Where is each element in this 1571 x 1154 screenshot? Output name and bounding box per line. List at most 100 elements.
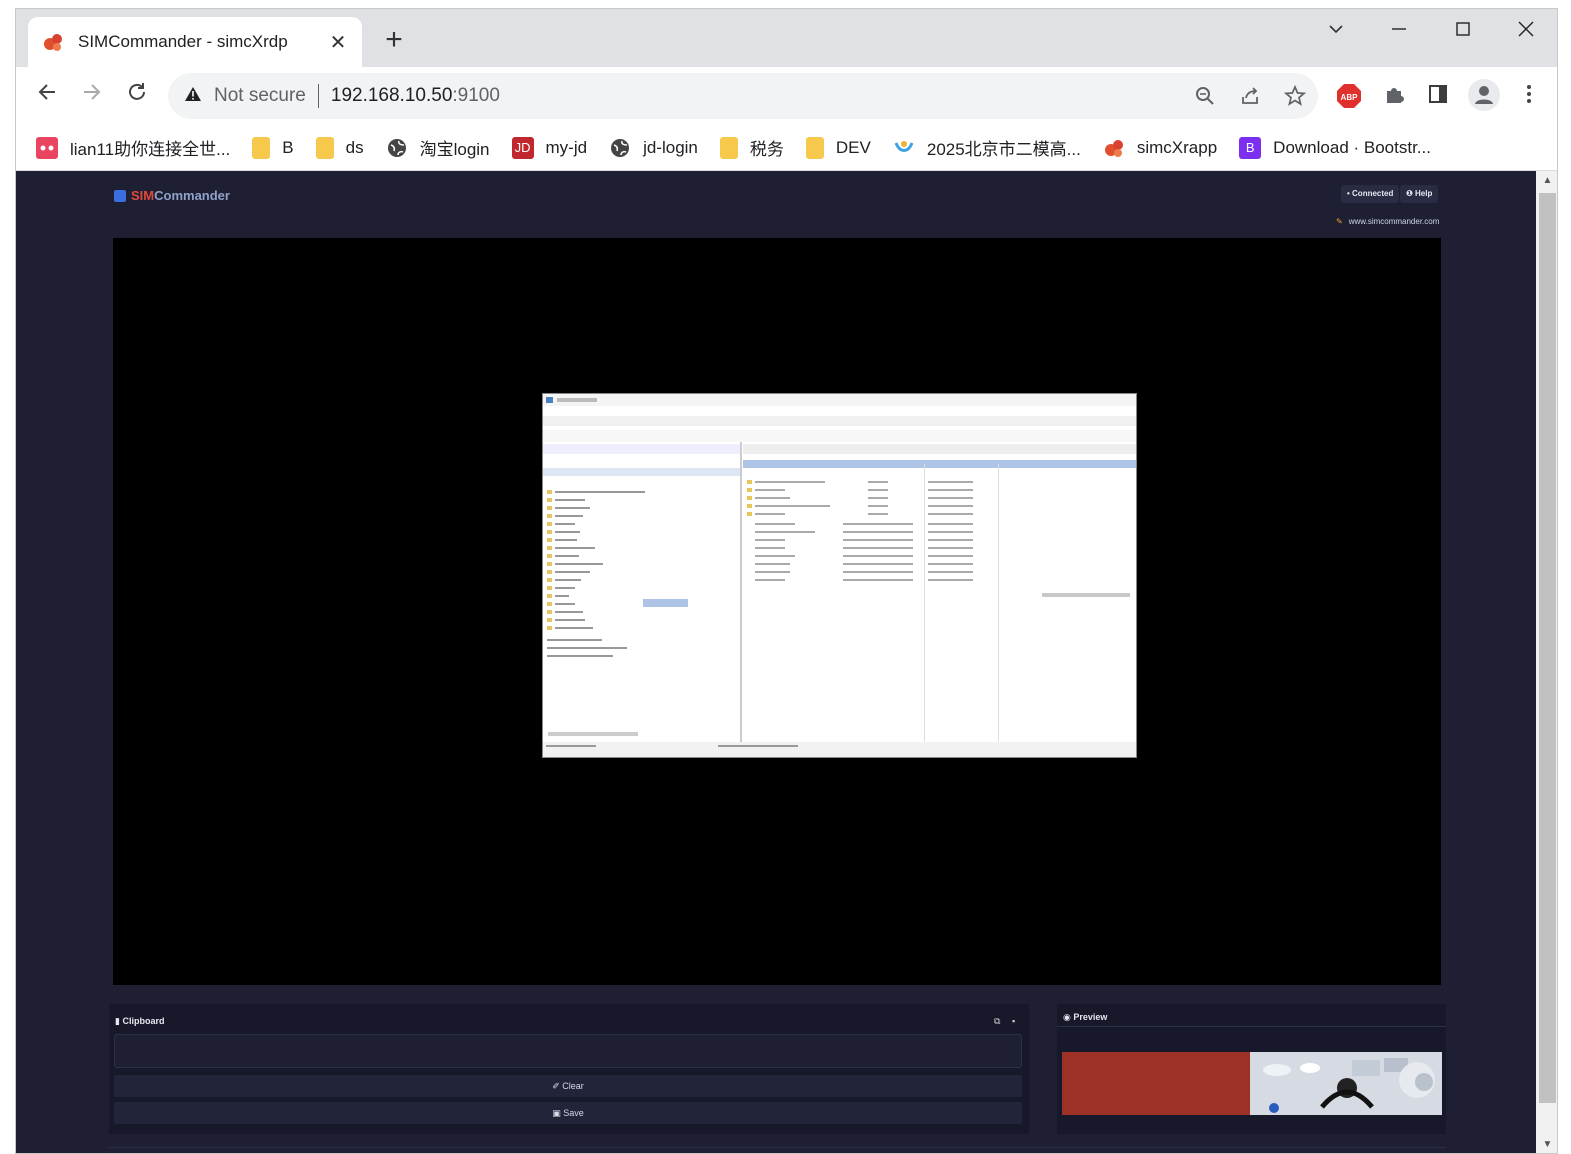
address-bar[interactable]: Not secure 192.168.10.50:9100 bbox=[168, 73, 1318, 119]
bookmark-item[interactable]: lian11助你连接全世... bbox=[36, 135, 230, 160]
menu-kebab-icon[interactable] bbox=[1516, 83, 1542, 109]
page-scrollbar[interactable]: ▲ ▼ bbox=[1536, 171, 1557, 1153]
zoom-icon[interactable] bbox=[1191, 85, 1219, 113]
bookmark-item[interactable]: 淘宝login bbox=[386, 135, 490, 160]
bookmark-item[interactable]: B bbox=[252, 136, 294, 159]
website-text: www.simcommander.com bbox=[1348, 217, 1440, 226]
trash-icon[interactable]: ▪ bbox=[1012, 1016, 1015, 1026]
dots-icon bbox=[36, 136, 58, 159]
warning-icon[interactable] bbox=[184, 86, 202, 107]
scrollbar-thumb[interactable] bbox=[1539, 193, 1556, 1103]
connected-status-badge: • Connected bbox=[1341, 185, 1400, 203]
bookmark-label: 淘宝login bbox=[419, 140, 490, 159]
simc-logo-icon bbox=[114, 189, 126, 202]
globe-icon bbox=[386, 137, 408, 159]
preview-header: ◉ Preview bbox=[1063, 1012, 1107, 1023]
brand-sim: SIM bbox=[131, 188, 155, 203]
save-button[interactable]: ▣ Save bbox=[114, 1102, 1022, 1124]
bookmark-label: ds bbox=[345, 137, 364, 157]
separator bbox=[317, 84, 319, 108]
bookmark-item[interactable]: 2025北京市二模高... bbox=[893, 135, 1081, 160]
bookmark-label: simcXrapp bbox=[1136, 137, 1218, 157]
bookmark-item[interactable]: simcXrapp bbox=[1103, 137, 1217, 159]
simc-favicon-icon bbox=[42, 31, 64, 53]
bookmark-label: my-jd bbox=[545, 137, 588, 157]
browser-window: SIMCommander - simcXrdp ✕ + Not secure 1… bbox=[15, 8, 1558, 1154]
folder-icon bbox=[719, 136, 738, 159]
copy-icon[interactable]: ⧉ bbox=[994, 1016, 1000, 1027]
scroll-up-icon[interactable]: ▲ bbox=[1536, 175, 1557, 186]
floppy-icon: ▣ bbox=[552, 1108, 564, 1118]
remote-screen-image bbox=[543, 394, 1136, 757]
minimize-icon[interactable] bbox=[1379, 17, 1419, 47]
globe-icon bbox=[609, 137, 631, 159]
clipboard-panel: ▮ Clipboard ⧉ ▪ ✐ Clear ▣ Save bbox=[109, 1004, 1029, 1134]
bookmark-item[interactable]: B Download · Bootstr... bbox=[1239, 136, 1431, 159]
maximize-icon[interactable] bbox=[1443, 17, 1483, 47]
new-tab-button[interactable]: + bbox=[379, 23, 409, 57]
bookmark-item[interactable]: 税务 bbox=[719, 135, 784, 160]
tab-simcommander[interactable]: SIMCommander - simcXrdp ✕ bbox=[28, 17, 362, 67]
bookmarks-bar: lian11助你连接全世... Bds 淘宝login JD my-jd jd-login… bbox=[16, 125, 1557, 171]
folder-icon bbox=[315, 136, 334, 159]
bookmark-item[interactable]: DEV bbox=[805, 136, 871, 159]
scroll-down-icon[interactable]: ▼ bbox=[1536, 1139, 1557, 1150]
bookmark-label: DEV bbox=[835, 137, 871, 157]
tab-title: SIMCommander - simcXrdp bbox=[78, 32, 288, 51]
url-host: 192.168.10.50 bbox=[330, 85, 453, 106]
tab-search-icon[interactable] bbox=[1316, 17, 1356, 47]
clear-button[interactable]: ✐ Clear bbox=[114, 1075, 1022, 1097]
eye-icon: ◉ bbox=[1063, 1012, 1074, 1022]
svg-text:ABP: ABP bbox=[1341, 93, 1359, 102]
preview-title: Preview bbox=[1073, 1012, 1108, 1022]
pencil-icon: ✎ bbox=[1336, 217, 1343, 226]
security-label[interactable]: Not secure bbox=[214, 85, 306, 107]
bookmark-label: jd-login bbox=[643, 137, 698, 157]
simcommander-page: SIM Commander • Connected ❶ Help ✎ www.si… bbox=[16, 171, 1536, 1153]
adblock-icon[interactable]: ABP bbox=[1336, 83, 1362, 109]
bookmark-item[interactable]: ds bbox=[315, 136, 364, 159]
preview-image[interactable] bbox=[1062, 1052, 1442, 1115]
folder-icon bbox=[805, 136, 824, 159]
bookmark-label: B bbox=[282, 137, 294, 157]
clipboard-title: Clipboard bbox=[122, 1016, 165, 1026]
folder-icon bbox=[252, 136, 271, 159]
extensions-icon[interactable] bbox=[1381, 83, 1407, 109]
side-panel-icon[interactable] bbox=[1425, 83, 1451, 109]
close-window-icon[interactable] bbox=[1506, 17, 1546, 47]
url-port: :9100 bbox=[452, 85, 500, 106]
jd-icon: JD bbox=[511, 136, 534, 159]
forward-icon[interactable] bbox=[77, 81, 107, 111]
preview-panel: ◉ Preview bbox=[1057, 1004, 1446, 1134]
browser-toolbar: Not secure 192.168.10.50:9100 ABP bbox=[16, 67, 1557, 125]
simc-icon bbox=[1103, 137, 1125, 159]
profile-avatar-icon[interactable] bbox=[1468, 79, 1500, 111]
website-link[interactable]: ✎ www.simcommander.com bbox=[1336, 217, 1439, 226]
bookmark-label: 2025北京市二模高... bbox=[926, 140, 1081, 159]
bookmark-star-icon[interactable] bbox=[1281, 84, 1309, 113]
bookmark-label: Download · Bootstr... bbox=[1273, 137, 1431, 157]
bootstrap-icon: B bbox=[1239, 136, 1262, 159]
remote-window-thumbnail[interactable] bbox=[542, 393, 1137, 758]
reload-icon[interactable] bbox=[122, 81, 152, 111]
tab-strip: SIMCommander - simcXrdp ✕ + bbox=[16, 9, 1557, 67]
app-icon bbox=[893, 137, 915, 159]
tab-close-icon[interactable]: ✕ bbox=[328, 30, 348, 55]
clipboard-header: ▮ Clipboard bbox=[115, 1016, 164, 1027]
save-label: Save bbox=[563, 1108, 584, 1118]
url-text[interactable]: 192.168.10.50:9100 bbox=[331, 85, 500, 107]
help-button[interactable]: ❶ Help bbox=[1400, 185, 1439, 203]
brand-commander: Commander bbox=[154, 188, 230, 203]
remote-desktop-viewer[interactable]: ⛶ ↻ ● bbox=[113, 238, 1441, 1045]
clipboard-textarea[interactable] bbox=[114, 1034, 1022, 1068]
back-icon[interactable] bbox=[32, 81, 62, 111]
clear-label: Clear bbox=[562, 1081, 584, 1091]
footer-divider bbox=[109, 1147, 1446, 1148]
bookmark-label: lian11助你连接全世... bbox=[70, 140, 231, 159]
brand-logo[interactable]: SIM Commander bbox=[114, 188, 230, 203]
eraser-icon: ✐ bbox=[552, 1081, 563, 1091]
bookmark-item[interactable]: jd-login bbox=[609, 137, 698, 159]
bookmark-item[interactable]: JD my-jd bbox=[511, 136, 588, 159]
bookmark-label: 税务 bbox=[749, 140, 784, 159]
share-icon[interactable] bbox=[1236, 85, 1264, 113]
